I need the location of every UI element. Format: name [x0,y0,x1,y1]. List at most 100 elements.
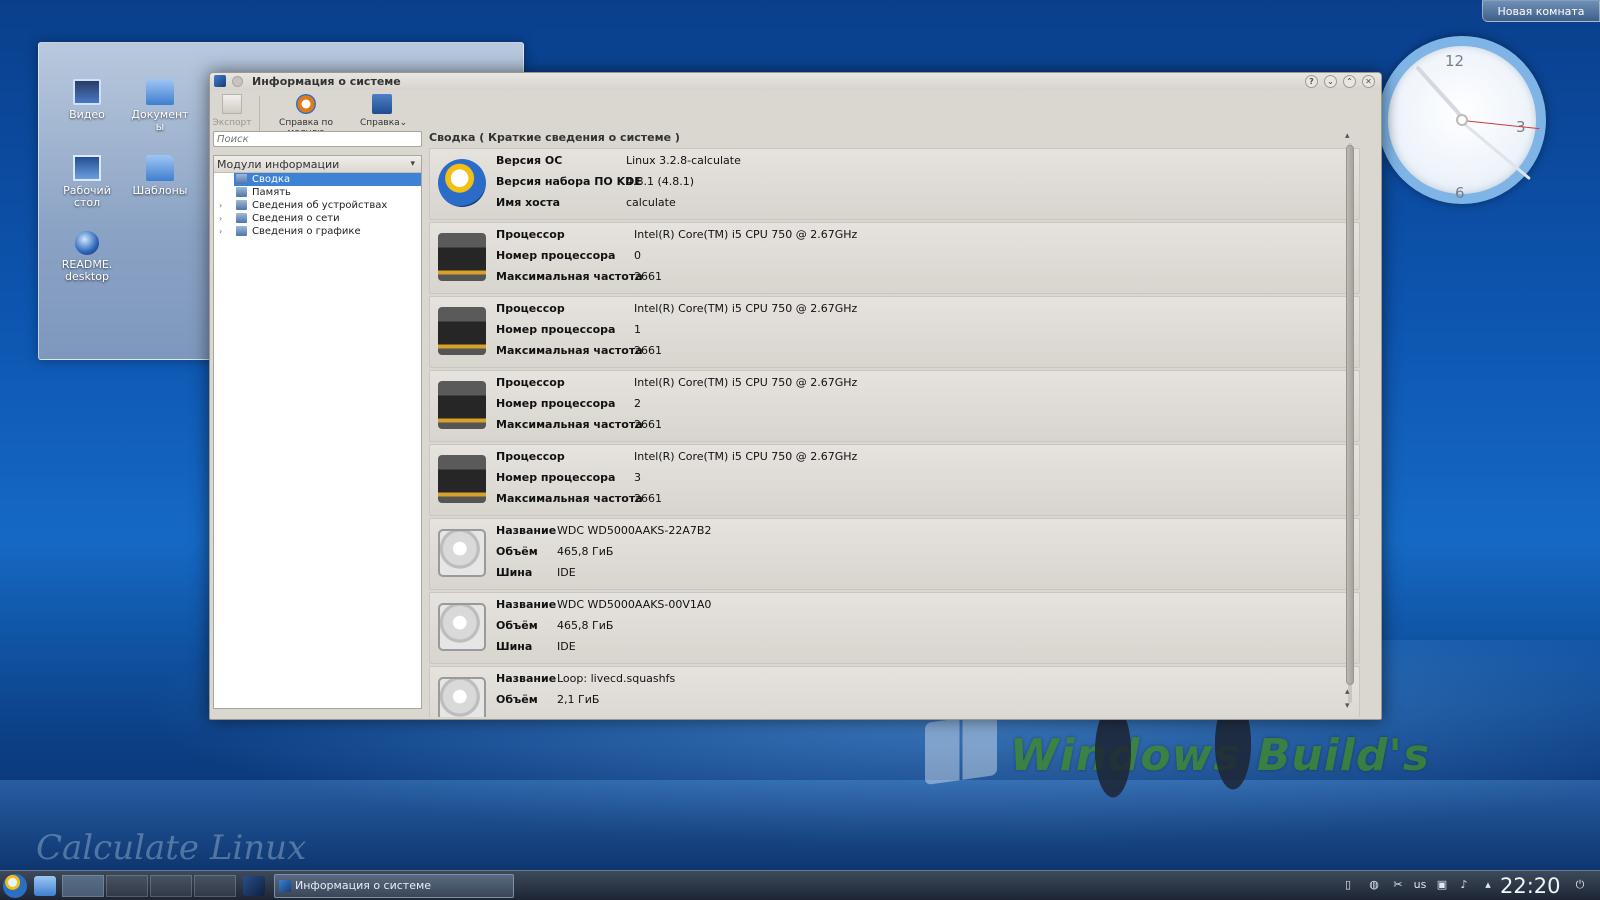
desktop-icon-desktop[interactable]: Рабочий стол [51,155,123,209]
new-activity-button[interactable]: Новая комната [1482,0,1600,22]
trash-icon[interactable]: ▯ [1340,876,1356,894]
taskbar-task-system-info[interactable]: Информация о системе [274,874,514,898]
info-row: Объём 465,8 ГиБ [496,619,614,632]
penguin-wallpaper [1210,712,1256,802]
disk-card: Название Loop: livecd.squashfs Объём 2,1 Г… [429,666,1360,717]
desktop-pager-4[interactable] [194,875,236,897]
tray-expand-icon[interactable]: ▴ [1480,876,1496,894]
clipboard-icon[interactable]: ✂ [1390,876,1406,894]
tree-item-summary[interactable]: Сводка [234,173,421,186]
desktop-pager-3[interactable] [150,875,192,897]
page-title: Сводка ( Краткие сведения о системе ) [429,131,680,144]
volume-icon[interactable]: ♪ [1456,876,1472,894]
vertical-scrollbar[interactable]: ▴ ▴ ▾ [1343,131,1357,717]
info-row: Шина IDE [496,640,576,653]
info-row: Имя хоста calculate [496,196,676,209]
hard-disk-icon [438,677,486,717]
taskbar: Информация о системе ▯ ◍ ✂ us ▣ ♪ ▴ 22:2… [0,870,1600,900]
video-icon [73,79,101,105]
cpu-card: Процессор Intel(R) Core(TM) i5 CPU 750 @ … [429,370,1360,442]
keyboard-layout[interactable]: us [1412,876,1428,894]
desktop-icon-documents[interactable]: Документ ы [124,79,196,133]
info-row: Процессор Intel(R) Core(TM) i5 CPU 750 @ … [496,302,858,315]
tree-item-memory[interactable]: Память [214,186,421,199]
help-question-icon[interactable]: ? [1305,75,1318,88]
info-row: Шина IDE [496,566,576,579]
info-row: Версия ОС Linux 3.2.8-calculate [496,154,741,167]
modules-header[interactable]: Модули информации ▾ [214,156,421,173]
clock-second-hand [1461,120,1540,130]
summary-icon [236,174,247,184]
analog-clock-widget[interactable]: 12 3 6 [1378,36,1546,204]
right-pane: Сводка ( Краткие сведения о системе ) Ве… [429,131,1379,717]
scroll-up-icon[interactable]: ▴ [1345,131,1350,141]
network-icon[interactable]: ◍ [1366,876,1382,894]
file-manager-icon[interactable] [34,876,56,896]
app-icon[interactable] [214,75,226,87]
monitor-icon[interactable]: ▣ [1434,876,1450,894]
info-row: Название WDC WD5000AAKS-00V1A0 [496,598,712,611]
desktop-icon-readme[interactable]: README. desktop [51,231,123,283]
cpu-card: Процессор Intel(R) Core(TM) i5 CPU 750 @ … [429,296,1360,368]
desktop-pager-2[interactable] [106,875,148,897]
info-row: Процессор Intel(R) Core(TM) i5 CPU 750 @ … [496,376,858,389]
window-titlebar[interactable]: Информация о системе ? ⌄ ⌃ ✕ [210,73,1381,90]
info-row: Объём 465,8 ГиБ [496,545,614,558]
hard-disk-icon [438,529,486,577]
scroll-thumb[interactable] [1346,145,1354,685]
module-tree: Модули информации ▾ Сводка Память › Свед… [213,155,422,709]
lifebuoy-icon [296,94,316,114]
show-desktop-icon[interactable] [243,876,265,896]
info-row: Номер процессора 0 [496,249,641,262]
tree-item-network[interactable]: › Сведения о сети [214,212,421,225]
system-info-window: Информация о системе ? ⌄ ⌃ ✕ Экспорт Спр… [209,72,1382,720]
tree-item-devices[interactable]: › Сведения об устройствах [214,199,421,212]
summary-content: Версия ОС Linux 3.2.8-calculate Версия на… [429,148,1360,717]
cpu-chip-icon [438,381,486,429]
desktop-pager-1[interactable] [62,875,104,897]
info-row: Максимальная частота 2661 [496,344,662,357]
taskbar-clock[interactable]: 22:20 [1500,873,1561,899]
clock-hub [1456,114,1468,126]
devices-icon [236,200,247,210]
desktop-icon-templates[interactable]: Шаблоны [124,155,196,197]
export-button[interactable]: Экспорт [212,94,252,128]
clock-number-6: 6 [1455,184,1465,202]
search-input[interactable] [213,131,422,147]
info-row: Номер процессора 2 [496,397,641,410]
close-icon[interactable]: ✕ [1362,75,1375,88]
graphics-icon [236,226,247,236]
clock-hour-hand [1415,65,1465,120]
info-row: Объём 2,1 ГиБ [496,693,600,706]
pin-icon[interactable] [232,76,243,87]
expand-arrow-icon[interactable]: › [219,212,222,225]
scroll-down-icon[interactable]: ▾ [1345,701,1350,711]
cpu-chip-icon [438,307,486,355]
maximize-icon[interactable]: ⌃ [1343,75,1356,88]
left-pane: Модули информации ▾ Сводка Память › Свед… [213,131,422,717]
tree-item-graphics[interactable]: › Сведения о графике [214,225,421,238]
application-launcher-icon[interactable] [3,874,27,898]
info-row: Максимальная частота 2661 [496,418,662,431]
memory-icon [236,187,247,197]
minimize-icon[interactable]: ⌄ [1324,75,1337,88]
info-row: Версия набора ПО KDE 4.8.1 (4.8.1) [496,175,695,188]
expand-arrow-icon[interactable]: › [219,199,222,212]
info-row: Процессор Intel(R) Core(TM) i5 CPU 750 @ … [496,228,858,241]
window-title: Информация о системе [252,75,401,88]
templates-folder-icon [146,155,174,181]
chevron-down-icon: ▾ [410,159,415,169]
hard-disk-icon [438,603,486,651]
desktop-icon-video[interactable]: Видео [51,79,123,121]
help-menu-button[interactable]: Справка⌄ [360,94,407,128]
os-info-card: Версия ОС Linux 3.2.8-calculate Версия на… [429,148,1360,220]
cpu-chip-icon [438,455,486,503]
clock-number-12: 12 [1445,52,1465,70]
network-icon [236,213,247,223]
disk-card: Название WDC WD5000AAKS-00V1A0 Объём 465,8… [429,592,1360,664]
power-icon[interactable]: ⏻ [1572,876,1588,894]
scroll-up-small-icon[interactable]: ▴ [1345,687,1350,697]
chevron-down-icon: ⌄ [399,118,408,128]
expand-arrow-icon[interactable]: › [219,225,222,238]
info-row: Название WDC WD5000AAKS-22A7B2 [496,524,712,537]
